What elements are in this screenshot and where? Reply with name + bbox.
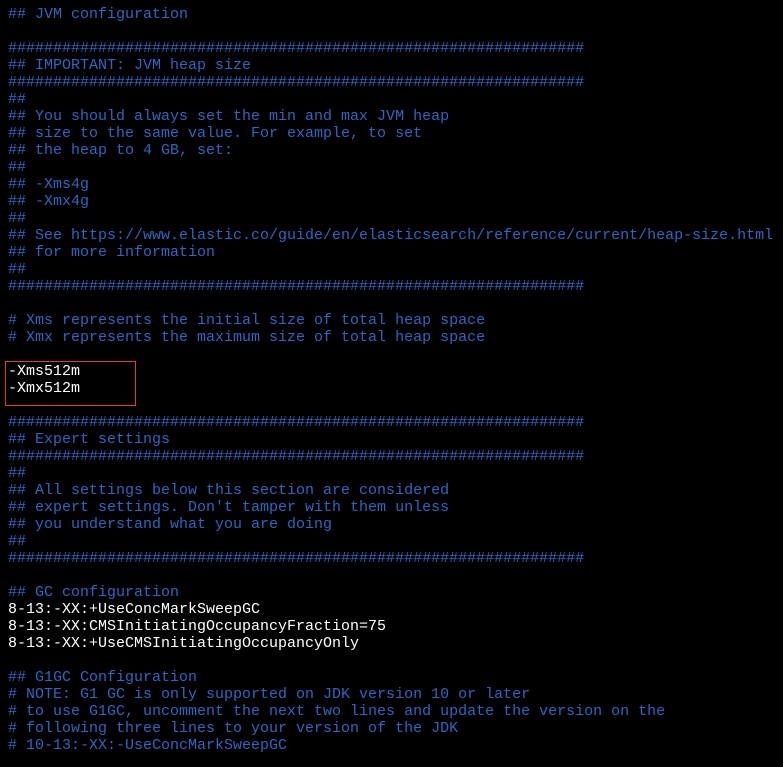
- comment-line: [8, 23, 773, 40]
- comment-line: ##: [8, 261, 27, 278]
- comment-line: ########################################…: [8, 40, 585, 57]
- comment-line: ########################################…: [8, 414, 585, 431]
- comment-line: ## -Xmx4g: [8, 193, 90, 210]
- comment-line: # Xmx represents the maximum size of tot…: [8, 329, 486, 346]
- comment-line: ## IMPORTANT: JVM heap size: [8, 57, 252, 74]
- comment-line: ## G1GC Configuration: [8, 669, 198, 686]
- config-setting-line: 8-13:-XX:+UseConcMarkSweepGC: [8, 601, 261, 618]
- config-setting-line: 8-13:-XX:+UseCMSInitiatingOccupancyOnly: [8, 635, 360, 652]
- comment-line: ## JVM configuration: [8, 6, 189, 23]
- comment-line: ## for more information: [8, 244, 216, 261]
- comment-line: ##: [8, 210, 27, 227]
- comment-line: ## All settings below this section are c…: [8, 482, 450, 499]
- comment-line: ########################################…: [8, 448, 585, 465]
- comment-line: # Xms represents the initial size of tot…: [8, 312, 486, 329]
- comment-line: ## You should always set the min and max…: [8, 108, 450, 125]
- comment-line: ## you understand what you are doing: [8, 516, 333, 533]
- comment-line: [8, 567, 773, 584]
- comment-line: # 10-13:-XX:-UseConcMarkSweepGC: [8, 737, 288, 754]
- comment-line: ##: [8, 465, 27, 482]
- comment-line: ## -Xms4g: [8, 176, 90, 193]
- config-setting-line: 8-13:-XX:CMSInitiatingOccupancyFraction=…: [8, 618, 387, 635]
- comment-line: ## See https://www.elastic.co/guide/en/e…: [8, 227, 774, 244]
- comment-line: ########################################…: [8, 278, 585, 295]
- comment-line: # following three lines to your version …: [8, 720, 459, 737]
- comment-line: ## the heap to 4 GB, set:: [8, 142, 234, 159]
- comment-line: ##: [8, 159, 27, 176]
- comment-line: [8, 295, 773, 312]
- comment-line: ########################################…: [8, 74, 585, 91]
- comment-line: ##: [8, 533, 27, 550]
- comment-line: # NOTE: G1 GC is only supported on JDK v…: [8, 686, 531, 703]
- comment-line: ########################################…: [8, 550, 585, 567]
- heap-settings-highlight-box: [5, 361, 136, 406]
- comment-line: ## GC configuration: [8, 584, 180, 601]
- comment-line: ## Expert settings: [8, 431, 171, 448]
- comment-line: ## expert settings. Don't tamper with th…: [8, 499, 450, 516]
- comment-line: [8, 652, 773, 669]
- comment-line: # to use G1GC, uncomment the next two li…: [8, 703, 666, 720]
- comment-line: ## size to the same value. For example, …: [8, 125, 423, 142]
- comment-line: ##: [8, 91, 27, 108]
